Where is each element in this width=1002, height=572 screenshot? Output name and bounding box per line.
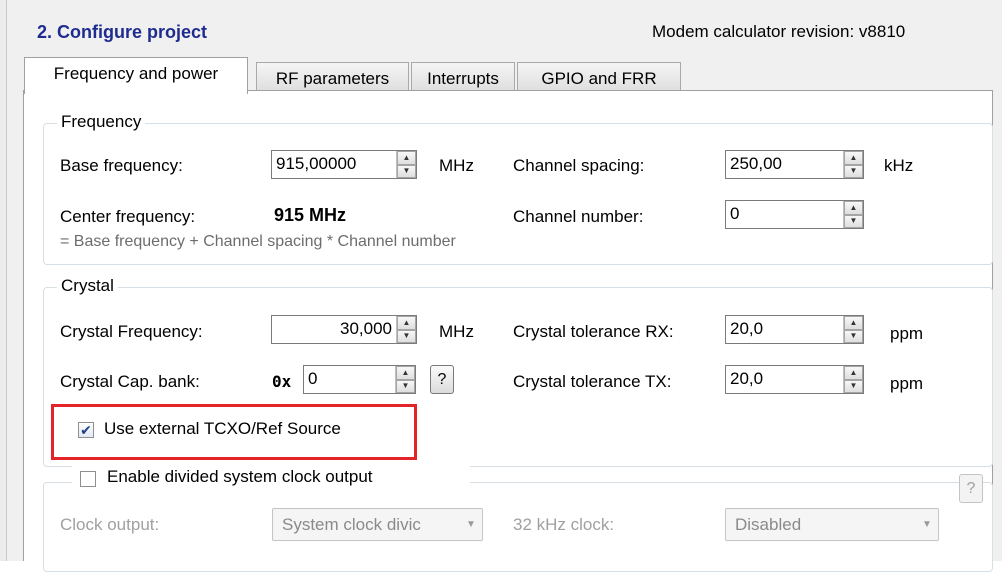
crystal-cap-bank-value[interactable]: 0 xyxy=(304,366,395,393)
channel-number-value[interactable]: 0 xyxy=(726,201,843,228)
spin-up-icon[interactable]: ▲ xyxy=(844,366,863,380)
base-frequency-label: Base frequency: xyxy=(60,156,183,175)
crystal-frequency-unit: MHz xyxy=(439,322,474,341)
channel-spacing-value[interactable]: 250,00 xyxy=(726,151,843,178)
enable-clock-output-label[interactable]: Enable divided system clock output xyxy=(107,467,373,487)
spin-up-icon[interactable]: ▲ xyxy=(396,366,415,380)
spin-up-icon[interactable]: ▲ xyxy=(844,151,863,165)
section-title: 2. Configure project xyxy=(37,22,208,42)
crystal-legend: Crystal xyxy=(57,276,118,296)
spin-down-icon[interactable]: ▼ xyxy=(397,329,416,343)
khz-clock-label: 32 kHz clock: xyxy=(513,515,615,534)
cap-bank-help-button[interactable]: ? xyxy=(430,365,454,394)
crystal-tolerance-tx-spinner[interactable]: 20,0 ▲ ▼ xyxy=(725,365,864,394)
center-frequency-value: 915 MHz xyxy=(274,205,347,225)
spin-down-icon[interactable]: ▼ xyxy=(844,214,863,228)
center-frequency-label: Center frequency: xyxy=(60,207,196,226)
khz-clock-value[interactable]: Disabled xyxy=(726,515,916,535)
spin-up-icon[interactable]: ▲ xyxy=(397,316,416,330)
clock-output-label: Clock output: xyxy=(60,515,160,534)
base-frequency-unit: MHz xyxy=(439,156,474,175)
crystal-frequency-label: Crystal Frequency: xyxy=(60,322,203,341)
channel-spacing-unit: kHz xyxy=(884,156,914,175)
crystal-tolerance-rx-unit: ppm xyxy=(890,324,924,343)
spin-up-icon[interactable]: ▲ xyxy=(397,151,416,165)
base-frequency-value[interactable]: 915,00000 xyxy=(272,151,396,178)
frequency-formula-note: = Base frequency + Channel spacing * Cha… xyxy=(60,233,456,250)
crystal-cap-bank-prefix: 0x xyxy=(272,372,292,391)
chevron-down-icon[interactable]: ▼ xyxy=(916,519,938,530)
spin-down-icon[interactable]: ▼ xyxy=(844,164,863,178)
spin-up-icon[interactable]: ▲ xyxy=(844,316,863,330)
chevron-down-icon[interactable]: ▼ xyxy=(460,519,482,530)
enable-clock-output-checkbox[interactable] xyxy=(80,471,96,487)
left-edge xyxy=(0,0,7,561)
clock-output-select[interactable]: System clock divic ▼ xyxy=(272,508,483,541)
channel-spacing-label: Channel spacing: xyxy=(513,156,645,175)
crystal-frequency-spinner[interactable]: 30,000 ▲ ▼ xyxy=(271,315,417,344)
spin-down-icon[interactable]: ▼ xyxy=(397,164,416,178)
crystal-tolerance-tx-unit: ppm xyxy=(890,374,924,393)
frequency-legend: Frequency xyxy=(57,112,146,132)
spin-up-icon[interactable]: ▲ xyxy=(844,201,863,215)
crystal-tolerance-rx-value[interactable]: 20,0 xyxy=(726,316,843,343)
clock-output-value[interactable]: System clock divic xyxy=(273,515,460,535)
crystal-frequency-value[interactable]: 30,000 xyxy=(272,316,396,343)
khz-clock-select[interactable]: Disabled ▼ xyxy=(725,508,939,541)
spin-down-icon[interactable]: ▼ xyxy=(396,379,415,393)
clock-output-help-button[interactable]: ? xyxy=(959,474,983,503)
crystal-tolerance-tx-value[interactable]: 20,0 xyxy=(726,366,843,393)
tcxo-highlight-box xyxy=(51,404,417,460)
spin-down-icon[interactable]: ▼ xyxy=(844,329,863,343)
revision-label: Modem calculator revision: v8810 xyxy=(652,22,906,41)
spin-down-icon[interactable]: ▼ xyxy=(844,379,863,393)
channel-spacing-spinner[interactable]: 250,00 ▲ ▼ xyxy=(725,150,864,179)
base-frequency-spinner[interactable]: 915,00000 ▲ ▼ xyxy=(271,150,417,179)
crystal-tolerance-rx-spinner[interactable]: 20,0 ▲ ▼ xyxy=(725,315,864,344)
crystal-cap-bank-spinner[interactable]: 0 ▲ ▼ xyxy=(303,365,416,394)
crystal-tolerance-tx-label: Crystal tolerance TX: xyxy=(513,372,672,391)
tab-frequency-and-power[interactable]: Frequency and power xyxy=(24,57,248,94)
crystal-tolerance-rx-label: Crystal tolerance RX: xyxy=(513,322,674,341)
channel-number-label: Channel number: xyxy=(513,207,644,226)
channel-number-spinner[interactable]: 0 ▲ ▼ xyxy=(725,200,864,229)
crystal-cap-bank-label: Crystal Cap. bank: xyxy=(60,372,200,391)
